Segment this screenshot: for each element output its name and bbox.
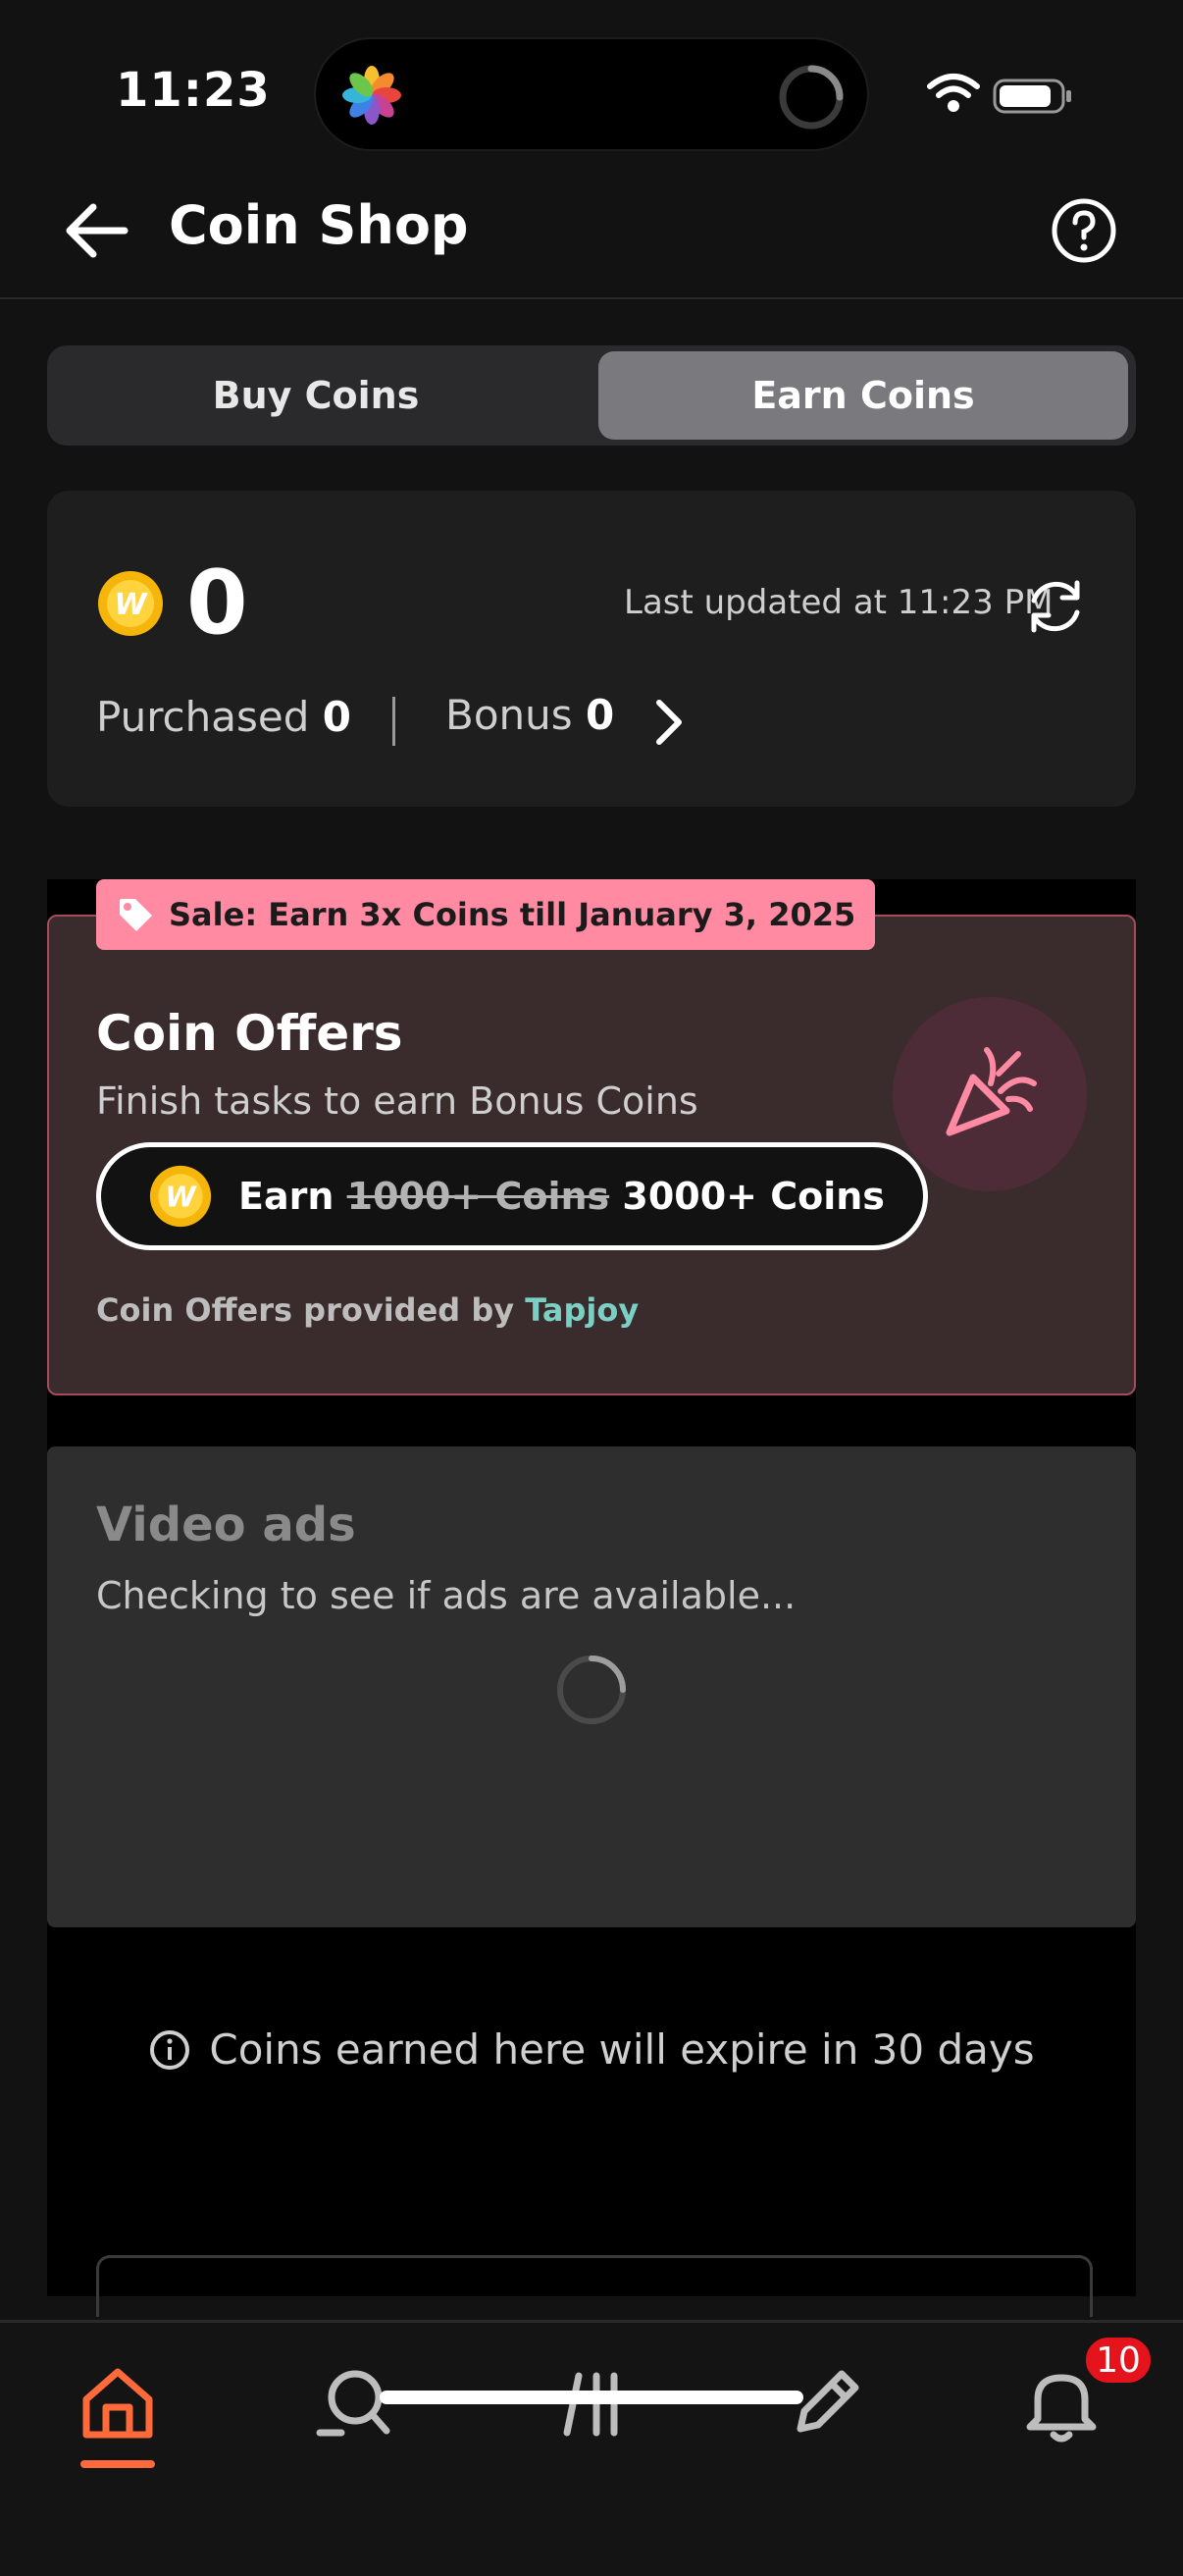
- purchased-coins: Purchased 0: [96, 693, 351, 741]
- refresh-icon[interactable]: [1020, 571, 1091, 642]
- video-ads-card: Video ads Checking to see if ads are ava…: [47, 1446, 1136, 1927]
- back-arrow-icon: [66, 203, 129, 258]
- home-indicator: [380, 2391, 803, 2404]
- coin-icon: W: [149, 1165, 212, 1228]
- loading-spinner-icon: [557, 1656, 626, 1724]
- svg-text:W: W: [165, 1181, 197, 1213]
- battery-icon: [993, 79, 1071, 114]
- bonus-value: 0: [586, 691, 615, 739]
- last-updated-text: Last updated at 11:23 PM: [624, 583, 1054, 622]
- page-title: Coin Shop: [169, 194, 469, 256]
- bonus-coins[interactable]: Bonus 0: [445, 691, 614, 739]
- coin-offers-content: Coin Offers Finish tasks to earn Bonus C…: [47, 915, 1136, 1395]
- svg-text:W: W: [114, 588, 148, 622]
- header-divider: [0, 297, 1183, 299]
- info-icon: [150, 2029, 190, 2070]
- bonus-label: Bonus: [445, 691, 573, 739]
- earn-new-amount: 3000+ Coins: [622, 1175, 885, 1218]
- coin-offers-title: Coin Offers: [96, 1005, 403, 1062]
- help-icon[interactable]: [1050, 196, 1118, 265]
- video-ads-title: Video ads: [96, 1498, 356, 1552]
- partial-card: [96, 2255, 1093, 2317]
- tapjoy-link[interactable]: Tapjoy: [525, 1291, 639, 1329]
- coin-shop-segmented-control: Buy Coins Earn Coins: [47, 345, 1136, 446]
- coin-icon: W: [98, 571, 163, 636]
- purchased-label: Purchased: [96, 693, 310, 741]
- purchased-value: 0: [322, 693, 351, 741]
- coin-balance: 0: [186, 552, 248, 655]
- photos-app-icon: [342, 66, 401, 125]
- provided-by-label: Coin Offers provided by: [96, 1291, 515, 1329]
- activity-spinner-icon: [779, 65, 844, 130]
- notification-count-badge: 10: [1083, 2335, 1154, 2386]
- chevron-right-icon[interactable]: [647, 695, 691, 750]
- party-icon-circle: [893, 997, 1087, 1191]
- tab-buy-coins[interactable]: Buy Coins: [53, 351, 579, 440]
- status-time: 11:23: [116, 63, 271, 118]
- dynamic-island: [314, 37, 869, 151]
- video-ads-status: Checking to see if ads are available...: [96, 1574, 797, 1617]
- tab-bar: 10: [0, 2320, 1183, 2576]
- expiry-note: Coins earned here will expire in 30 days: [47, 2025, 1136, 2074]
- tab-earn-coins[interactable]: Earn Coins: [598, 351, 1128, 440]
- earn-coins-button[interactable]: W Earn 1000+ Coins 3000+ Coins: [96, 1142, 928, 1250]
- party-popper-icon: [946, 1047, 1037, 1136]
- provided-by-text: Coin Offers provided by Tapjoy: [96, 1291, 639, 1329]
- back-button[interactable]: [59, 196, 133, 265]
- coin-offers-subtitle: Finish tasks to earn Bonus Coins: [96, 1079, 698, 1123]
- active-tab-indicator: [80, 2460, 155, 2468]
- expiry-note-text: Coins earned here will expire in 30 days: [209, 2025, 1035, 2074]
- balance-card: W 0 Last updated at 11:23 PM Purchased 0…: [47, 491, 1136, 807]
- home-icon[interactable]: [77, 2362, 159, 2445]
- wifi-icon: [927, 74, 980, 112]
- earn-coins-button-label: Earn 1000+ Coins 3000+ Coins: [238, 1175, 885, 1218]
- earn-panel: Sale: Earn 3x Coins till January 3, 2025…: [47, 879, 1136, 2317]
- search-icon[interactable]: [312, 2362, 394, 2445]
- balance-divider: [392, 697, 395, 746]
- earn-old-amount: 1000+ Coins: [346, 1175, 610, 1218]
- earn-prefix: Earn: [238, 1175, 334, 1218]
